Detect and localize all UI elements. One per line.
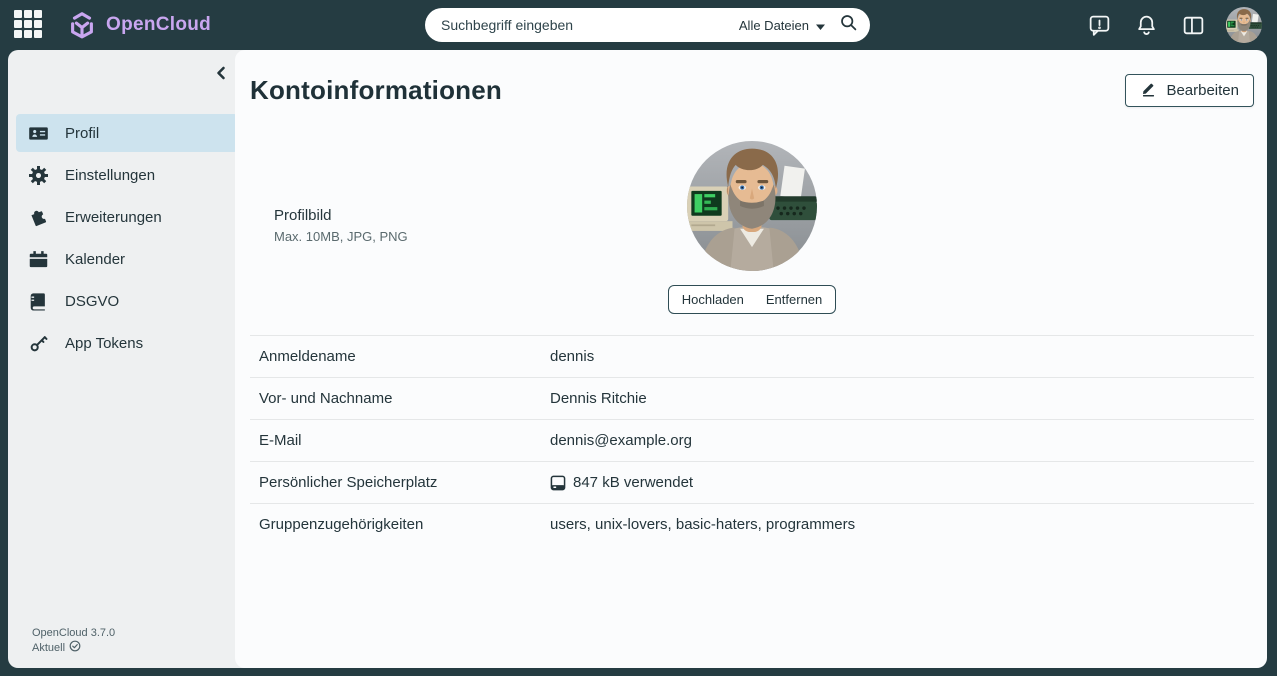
- field-label: Anmeldename: [259, 348, 356, 365]
- check-circle-icon: [69, 640, 81, 656]
- app-version: OpenCloud 3.7.0: [32, 627, 116, 639]
- sidebar-item-kalender[interactable]: Kalender: [16, 240, 238, 278]
- page-title: Kontoinformationen: [250, 75, 503, 105]
- edit-button[interactable]: Bearbeiten: [1125, 74, 1254, 107]
- table-row: Anmeldename dennis: [250, 335, 1254, 377]
- search-input[interactable]: [441, 17, 739, 33]
- key-icon: [29, 334, 48, 353]
- chat-exclamation-icon: [1089, 15, 1109, 36]
- sidebar-item-label: Einstellungen: [65, 166, 156, 184]
- app-launcher-grid-icon[interactable]: [14, 10, 44, 40]
- book-icon: [29, 292, 48, 311]
- profile-picture: [687, 141, 817, 271]
- search-bar: Alle Dateien: [425, 8, 870, 42]
- sidebar-item-label: App Tokens: [65, 334, 144, 352]
- contact-card-icon: [29, 124, 48, 143]
- topbar-actions: [1085, 7, 1262, 43]
- puzzle-piece-icon: [29, 208, 48, 227]
- search-icon: [839, 13, 858, 37]
- profile-picture-section: Profilbild Max. 10MB, JPG, PNG Hochladen…: [250, 141, 1254, 325]
- upload-button[interactable]: Hochladen: [675, 290, 751, 309]
- sidebar-item-label: Profil: [65, 124, 100, 142]
- opencloud-logo[interactable]: OpenCloud: [67, 10, 211, 40]
- sidebar: Profil Einstellungen Erweiterungen Kalen…: [8, 50, 246, 668]
- profile-picture-actions: Hochladen Entfernen: [667, 285, 837, 314]
- field-value: dennis: [550, 348, 595, 365]
- sidebar-item-label: Kalender: [65, 250, 126, 268]
- field-value: 847 kB verwendet: [550, 474, 693, 491]
- field-label: Gruppenzugehörigkeiten: [259, 516, 424, 533]
- notifications-button[interactable]: [1132, 11, 1160, 39]
- chevron-left-icon: [217, 66, 225, 80]
- sidebar-collapse-button[interactable]: [214, 65, 228, 81]
- sidebar-footer: OpenCloud 3.7.0 Aktuell: [8, 626, 246, 656]
- field-value: Dennis Ritchie: [550, 390, 647, 407]
- feedback-button[interactable]: [1085, 11, 1113, 39]
- search-scope-label: Alle Dateien: [738, 17, 809, 33]
- profile-picture-hint: Max. 10MB, JPG, PNG: [274, 229, 408, 244]
- field-value: users, unix-lovers, basic-haters, progra…: [550, 516, 856, 533]
- field-value-text: 847 kB verwendet: [573, 474, 694, 491]
- bell-icon: [1137, 15, 1155, 35]
- search-scope-dropdown[interactable]: Alle Dateien: [739, 18, 825, 33]
- pencil-icon: [1140, 80, 1157, 101]
- field-label: Persönlicher Speicherplatz: [259, 474, 438, 491]
- update-status: Aktuell: [32, 642, 66, 654]
- table-row: Vor- und Nachname Dennis Ritchie: [250, 377, 1254, 419]
- opencloud-logo-icon: [67, 10, 97, 40]
- account-info-table: Anmeldename dennis Vor- und Nachname Den…: [250, 335, 1254, 545]
- content-area: Profil Einstellungen Erweiterungen Kalen…: [0, 50, 1277, 676]
- sidebar-item-app-tokens[interactable]: App Tokens: [16, 324, 238, 362]
- calendar-icon: [29, 250, 48, 269]
- side-panel-icon: [1183, 16, 1203, 34]
- table-row: Gruppenzugehörigkeiten users, unix-lover…: [250, 503, 1254, 545]
- remove-button[interactable]: Entfernen: [759, 290, 829, 309]
- table-row: E-Mail dennis@example.org: [250, 419, 1254, 461]
- hard-drive-icon: [550, 475, 566, 491]
- sidebar-item-label: DSGVO: [65, 292, 120, 310]
- field-label: E-Mail: [259, 432, 302, 449]
- search-submit-button[interactable]: [839, 13, 858, 37]
- chevron-down-icon: [816, 18, 825, 33]
- sidebar-item-label: Erweiterungen: [65, 208, 162, 226]
- profile-picture-label: Profilbild: [274, 207, 332, 224]
- sidebar-nav: Profil Einstellungen Erweiterungen Kalen…: [8, 114, 246, 366]
- table-row: Persönlicher Speicherplatz 847 kB verwen…: [250, 461, 1254, 503]
- main-panel: Kontoinformationen Bearbeiten Profilbild…: [235, 50, 1267, 668]
- right-panel-toggle-button[interactable]: [1179, 11, 1207, 39]
- field-value: dennis@example.org: [550, 432, 692, 449]
- sidebar-item-dsgvo[interactable]: DSGVO: [16, 282, 238, 320]
- field-label: Vor- und Nachname: [259, 390, 393, 407]
- sidebar-item-profil[interactable]: Profil: [16, 114, 238, 152]
- edit-button-label: Bearbeiten: [1166, 82, 1239, 99]
- gear-icon: [29, 165, 48, 185]
- app-title: OpenCloud: [106, 14, 212, 35]
- sidebar-item-einstellungen[interactable]: Einstellungen: [16, 156, 238, 194]
- top-bar: OpenCloud Alle Dateien: [0, 0, 1277, 50]
- sidebar-item-erweiterungen[interactable]: Erweiterungen: [16, 198, 238, 236]
- user-avatar[interactable]: [1226, 7, 1262, 43]
